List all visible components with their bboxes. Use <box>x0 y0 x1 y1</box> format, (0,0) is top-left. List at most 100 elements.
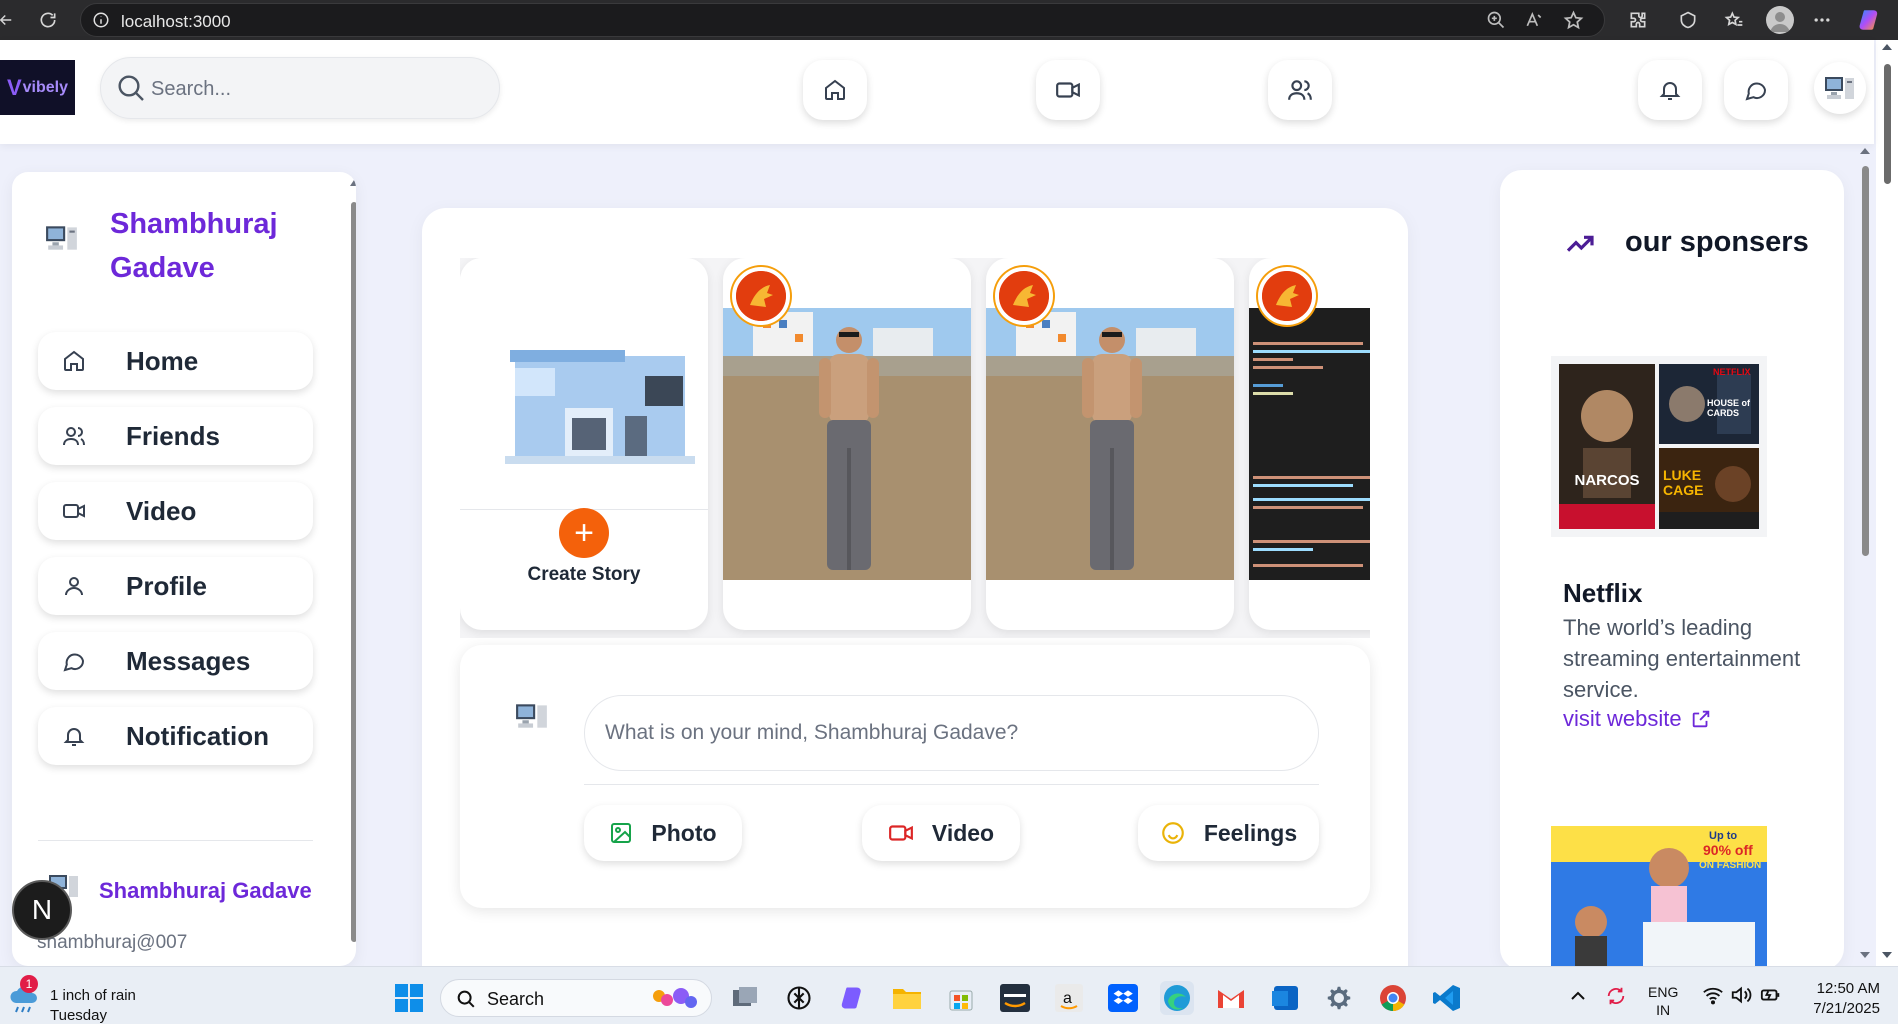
battery-icon[interactable] <box>1760 985 1782 1005</box>
post-composer: Photo Video Feelings <box>460 645 1370 908</box>
photo-button[interactable]: Photo <box>584 805 742 861</box>
gmail-icon[interactable] <box>1214 981 1248 1015</box>
amazon-a-icon[interactable]: a <box>1052 981 1086 1015</box>
feelings-label: Feelings <box>1203 819 1298 846</box>
photo-label: Photo <box>651 819 717 846</box>
ad-title: Netflix <box>1563 578 1643 608</box>
favorite-star-icon[interactable] <box>1563 10 1584 31</box>
amazon-icon[interactable] <box>998 981 1032 1015</box>
user-icon <box>62 574 88 598</box>
poster-label: LUKE CAGE <box>1663 467 1704 498</box>
refresh-icon[interactable] <box>34 6 62 34</box>
sidebar-item-notification[interactable]: Notification <box>38 707 313 765</box>
netflix-ad-image[interactable]: NARCOS HOUSE of CARDS NETFLIX LUKE CAGE <box>1551 356 1767 537</box>
nav-video-button[interactable] <box>1036 60 1100 120</box>
sidebar-footer-name[interactable]: Shambhuraj Gadave <box>99 878 312 904</box>
header-user-avatar[interactable] <box>1814 62 1866 114</box>
sidebar-scrollbar[interactable] <box>348 178 356 966</box>
vibely-logo[interactable]: V vibely <box>0 60 75 115</box>
region-code: IN <box>1656 1002 1671 1018</box>
video-icon <box>888 820 914 846</box>
bell-icon <box>1659 82 1681 100</box>
vscode-icon[interactable] <box>1430 981 1464 1015</box>
outlook-icon[interactable] <box>1268 981 1302 1015</box>
zoom-icon[interactable] <box>1486 10 1506 30</box>
messages-button[interactable] <box>1724 60 1788 120</box>
story-card[interactable] <box>986 258 1234 630</box>
poster-label: HOUSE of CARDS <box>1707 398 1751 418</box>
nav-friends-button[interactable] <box>1268 60 1332 120</box>
taskbar-search[interactable]: Search <box>440 979 712 1017</box>
search-input[interactable] <box>151 72 471 106</box>
smile-icon <box>1160 820 1186 846</box>
info-icon[interactable] <box>92 11 110 29</box>
back-icon[interactable] <box>0 6 20 34</box>
composer-avatar <box>515 701 549 731</box>
sidebar-item-friends[interactable]: Friends <box>38 407 313 465</box>
favorites-icon[interactable] <box>1720 6 1748 34</box>
link-label: visit website <box>1563 706 1682 731</box>
dropbox-icon[interactable] <box>1106 981 1140 1015</box>
composer-divider <box>584 784 1319 785</box>
language-indicator[interactable]: ENG IN <box>1648 983 1678 1019</box>
microsoft-store-icon[interactable] <box>944 981 978 1015</box>
image-icon <box>609 821 633 845</box>
file-explorer-icon[interactable] <box>890 981 924 1015</box>
notifications-button[interactable] <box>1638 60 1702 120</box>
feelings-button[interactable]: Feelings <box>1138 805 1319 861</box>
weather-day: Tuesday <box>50 1007 107 1024</box>
sidebar-item-messages[interactable]: Messages <box>38 632 313 690</box>
sponsors-panel: our sponsers NARCOS HOUSE of CARDS NETFL… <box>1500 170 1844 970</box>
nav-home-button[interactable] <box>803 60 867 120</box>
story-photo-code-screenshot <box>1249 308 1370 580</box>
volume-icon[interactable] <box>1730 985 1752 1005</box>
sidebar-item-home[interactable]: Home <box>38 332 313 390</box>
read-aloud-icon[interactable] <box>1524 10 1544 30</box>
copilot-app-icon[interactable] <box>836 981 870 1015</box>
show-hidden-icons[interactable] <box>1570 989 1586 1001</box>
video-button[interactable]: Video <box>862 805 1020 861</box>
sidebar-profile-name[interactable]: Shambhuraj Gadave <box>110 202 320 290</box>
sidebar-footer-handle: shambhuraj@007 <box>37 932 188 953</box>
copilot-icon[interactable] <box>1856 6 1884 34</box>
post-composer-input[interactable] <box>584 695 1319 771</box>
wifi-icon[interactable] <box>1702 985 1724 1005</box>
sync-icon[interactable] <box>1605 985 1627 1007</box>
app-header: V vibely <box>0 40 1874 144</box>
address-bar[interactable]: localhost:3000 <box>80 3 1605 37</box>
task-view-icon[interactable] <box>728 981 762 1015</box>
search-box[interactable] <box>100 57 500 119</box>
page-scrollbar[interactable] <box>1856 144 1874 966</box>
language-code: ENG <box>1648 984 1679 1000</box>
browser-essentials-icon[interactable] <box>1674 6 1702 34</box>
windows-start-icon[interactable] <box>392 981 426 1015</box>
clock-time: 12:50 AM <box>1816 980 1880 997</box>
search-icon <box>457 990 475 1008</box>
sidebar-item-label: Messages <box>126 645 251 676</box>
edge-browser-icon[interactable] <box>1160 981 1194 1015</box>
story-card[interactable] <box>1249 258 1370 630</box>
more-menu-icon[interactable] <box>1808 6 1836 34</box>
sidebar-item-video[interactable]: Video <box>38 482 313 540</box>
browser-profile-avatar[interactable] <box>1766 6 1794 34</box>
story-card[interactable] <box>723 258 971 630</box>
story-avatar <box>995 267 1053 325</box>
floating-n-badge[interactable]: N <box>12 880 72 940</box>
left-sidebar: Shambhuraj Gadave Home Friends Video Pro… <box>12 172 356 966</box>
browser-scrollbar[interactable] <box>1876 40 1898 966</box>
poster-label: NARCOS <box>1574 472 1640 489</box>
create-story-plus-button[interactable]: + <box>559 508 609 558</box>
create-story-card[interactable]: + Create Story <box>460 258 708 630</box>
extensions-icon[interactable] <box>1624 6 1652 34</box>
settings-gear-icon[interactable] <box>1322 981 1356 1015</box>
sidebar-item-profile[interactable]: Profile <box>38 557 313 615</box>
stories-strip[interactable]: + Create Story <box>460 258 1370 638</box>
clock[interactable]: 12:50 AM 7/21/2025 <box>1800 979 1880 1019</box>
computer-avatar-icon <box>1825 77 1854 99</box>
chatgpt-icon[interactable] <box>782 981 816 1015</box>
visit-website-link[interactable]: visit website <box>1563 706 1712 732</box>
fashion-ad-image[interactable]: Up to 90% off ON FASHION <box>1551 826 1767 970</box>
logo-mark: V <box>6 74 22 100</box>
chrome-icon[interactable] <box>1376 981 1410 1015</box>
logo-text: vibely <box>22 78 69 96</box>
